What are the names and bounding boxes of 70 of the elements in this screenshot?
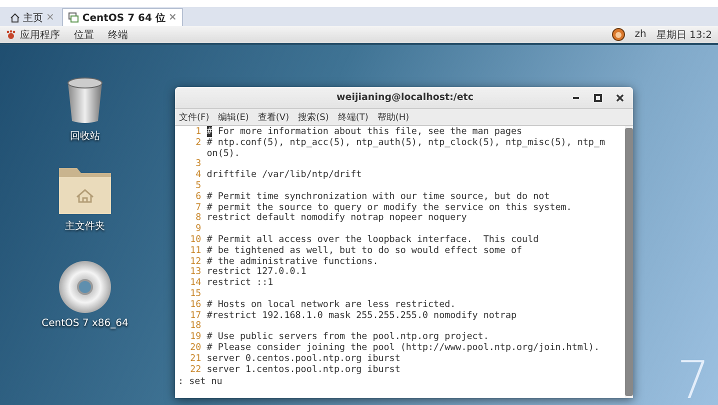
wallpaper-mark: 7 (676, 351, 710, 405)
line-number: 6 (194, 192, 202, 203)
desktop-icon-label[interactable]: CentOS 7 x86_64 (42, 318, 128, 329)
line-number: 19 (189, 332, 202, 343)
clock[interactable]: 星期日 13:2 (656, 28, 712, 42)
menu-item[interactable]: 帮助(H) (377, 110, 410, 124)
line-number: 14 (189, 278, 202, 289)
menu-item[interactable]: 搜索(S) (298, 110, 329, 124)
command-line: : set nu (178, 377, 224, 388)
desktop-icon-label[interactable]: 回收站 (70, 129, 100, 143)
line-number: 8 (194, 213, 202, 224)
code-line: restrict default nomodify notrap nopeer noquery (206, 213, 468, 224)
line-number: 7 (194, 202, 202, 213)
code-line: # the administrative functions. (206, 256, 380, 267)
minimize-icon (573, 96, 579, 98)
line-number: 10 (189, 234, 202, 246)
desktop-icon-label[interactable]: 主文件夹 (65, 219, 105, 233)
code-line: # For more information about this file, see the man pages (206, 127, 524, 138)
code-line: # ntp.conf(5), ntp_acc(5), ntp_auth(5), ntp_clock(5), ntp_misc(5), ntp_mon(5). (206, 138, 605, 160)
menu-item[interactable]: 文件(F) (179, 110, 210, 124)
tab[interactable]: 主页 × (4, 8, 60, 26)
line-number: 12 (189, 256, 202, 267)
trash-icon (65, 77, 105, 125)
disc-icon (58, 260, 112, 314)
menu-item[interactable]: 终端(T) (338, 110, 368, 124)
code-line: server 0.centos.pool.ntp.org iburst (206, 354, 402, 365)
tab-close-button[interactable]: × (168, 12, 177, 23)
code-line: restrict 127.0.0.1 (206, 267, 308, 278)
line-number: 15 (189, 288, 202, 300)
code-line: # Use public servers from the pool.ntp.org project. (206, 332, 490, 343)
code-line: # Please consider joining the pool (http://www.pool.ntp.org/join.html). (206, 342, 600, 354)
vm-icon (68, 12, 80, 23)
line-number: 13 (189, 267, 202, 278)
user-avatar-icon[interactable] (612, 28, 625, 41)
code-line: # be tightened as well, but to do so would effect some of (206, 246, 524, 257)
code-line: restrict ::1 (206, 278, 274, 289)
line-number: 16 (189, 300, 202, 311)
code-line: # Permit time synchronization with our time source, but do not (206, 192, 551, 203)
line-number: 18 (189, 321, 202, 332)
language-indicator[interactable]: zh (634, 29, 646, 40)
line-number: 1 (194, 127, 202, 138)
line-number: 20 (189, 342, 202, 354)
line-number: 21 (189, 354, 202, 365)
line-number: 11 (189, 246, 202, 257)
home-folder-icon (58, 165, 112, 215)
code-line: #restrict 192.168.1.0 mask 255.255.255.0 nomodify notrap (206, 310, 518, 322)
tab[interactable]: CentOS 7 64 位 × (62, 8, 183, 26)
line-number: 5 (194, 180, 202, 192)
top-menu[interactable]: 应用程序 (20, 28, 60, 42)
gnome-foot-icon (6, 30, 16, 39)
maximize-icon (594, 94, 602, 102)
code-line: driftfile /var/lib/ntp/drift (206, 170, 363, 181)
line-number: 17 (189, 310, 202, 321)
window-title: weijianing@localhost:/etc (336, 92, 474, 103)
home-icon (10, 12, 20, 22)
line-number: 22 (189, 364, 202, 376)
code-line: # Hosts on local network are less restricted. (206, 300, 457, 311)
menu-item[interactable]: 查看(V) (258, 110, 290, 124)
scrollbar-thumb[interactable] (625, 128, 633, 396)
line-number: 9 (194, 224, 202, 235)
close-icon (616, 94, 624, 102)
line-number: 2 (194, 138, 202, 150)
code-line: server 1.centos.pool.ntp.org iburst (206, 364, 402, 376)
top-menu[interactable]: 终端 (108, 28, 128, 42)
line-number: 4 (194, 170, 202, 181)
top-menu[interactable]: 位置 (74, 28, 94, 42)
code-line: # Permit all access over the loopback interface. This could (206, 234, 540, 246)
code-line: # permit the source to query or modify the service on this system. (206, 202, 573, 213)
menu-item[interactable]: 编辑(E) (218, 110, 249, 124)
line-number: 3 (194, 159, 202, 170)
